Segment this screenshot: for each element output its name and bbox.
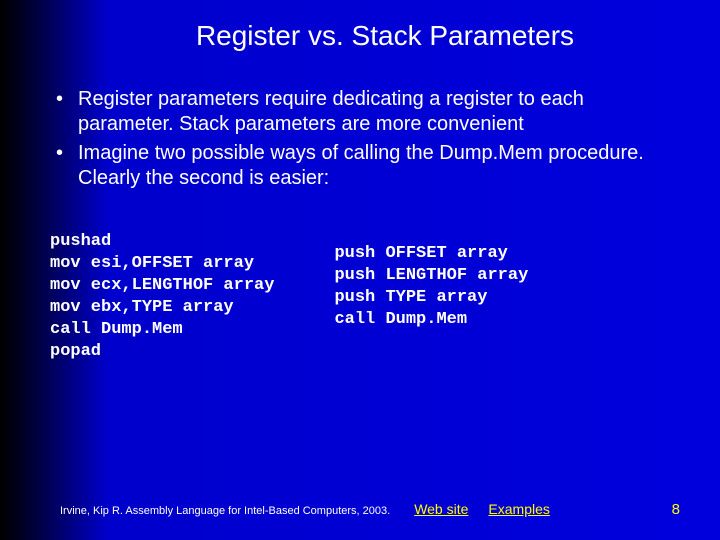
footer-citation: Irvine, Kip R. Assembly Language for Int…: [60, 505, 390, 517]
bullet-item: Register parameters require dedicating a…: [50, 87, 680, 137]
examples-link[interactable]: Examples: [488, 501, 549, 517]
slide-title: Register vs. Stack Parameters: [50, 20, 680, 52]
footer: Irvine, Kip R. Assembly Language for Int…: [60, 501, 680, 518]
code-block-register: pushad mov esi,OFFSET array mov ecx,LENG…: [50, 231, 274, 364]
code-block-stack: push OFFSET array push LENGTHOF array pu…: [334, 231, 528, 364]
bullet-item: Imagine two possible ways of calling the…: [50, 141, 680, 191]
code-row: pushad mov esi,OFFSET array mov ecx,LENG…: [50, 231, 680, 364]
web-site-link[interactable]: Web site: [414, 501, 468, 517]
bullet-list: Register parameters require dedicating a…: [50, 87, 680, 191]
footer-links: Web site Examples: [414, 501, 550, 517]
page-number: 8: [672, 501, 680, 518]
slide: Register vs. Stack Parameters Register p…: [0, 0, 720, 540]
